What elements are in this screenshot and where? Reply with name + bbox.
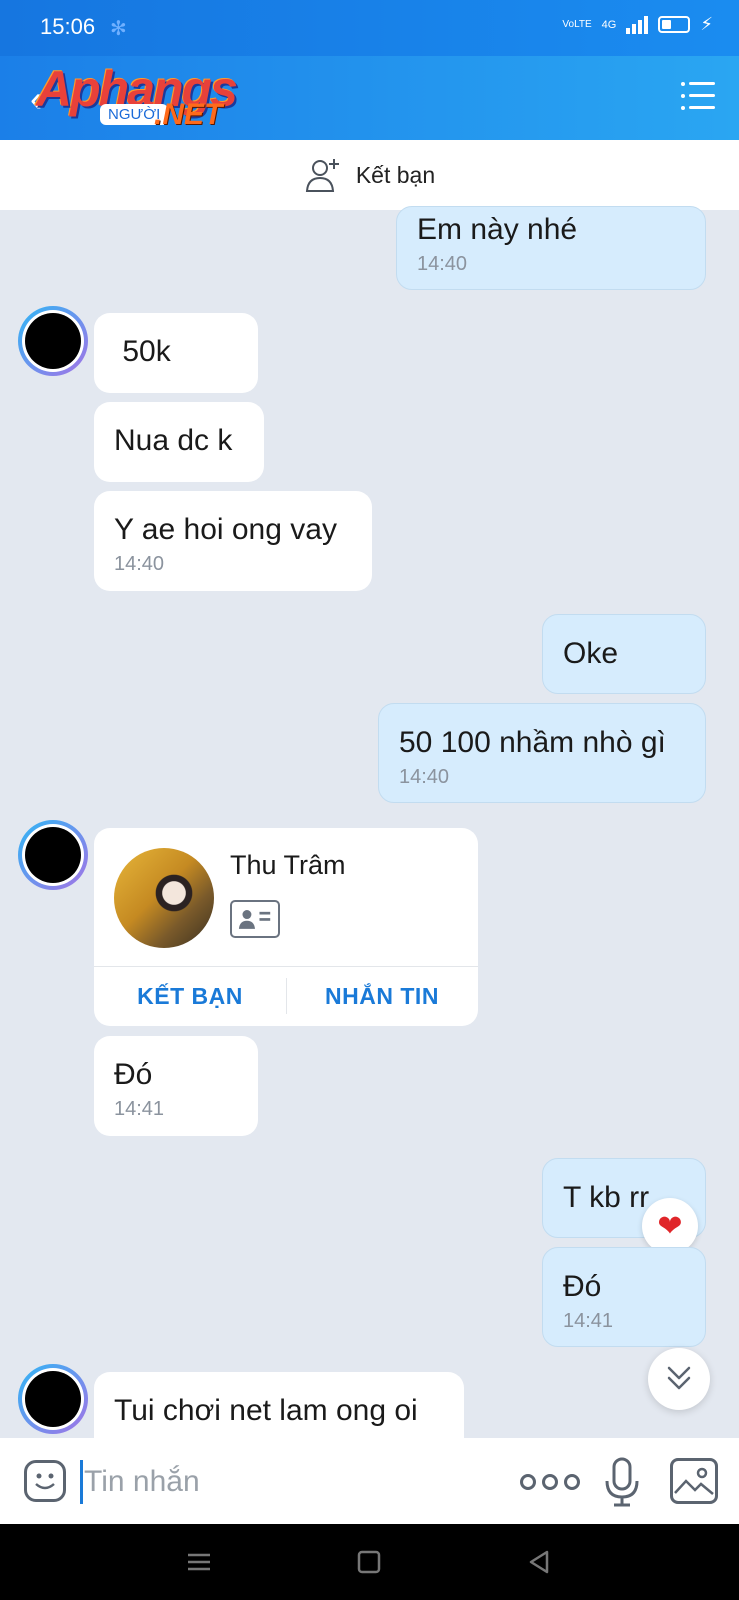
list-menu-icon[interactable] xyxy=(681,82,715,110)
message-time: 14:41 xyxy=(114,1098,165,1120)
back-icon[interactable] xyxy=(524,1548,554,1576)
watermark-logo: Aphangs NGƯỜI .NET xyxy=(36,60,266,138)
message-time: 14:40 xyxy=(417,253,468,275)
chat-header: ‹ Aphangs NGƯỜI .NET xyxy=(0,56,739,140)
status-time: 15:06 xyxy=(40,14,96,39)
message-text: Nua dc k xyxy=(114,424,233,457)
message-text: 50 100 nhầm nhò gì xyxy=(399,726,666,759)
network-type: 4G xyxy=(601,18,617,31)
signal-icon xyxy=(626,15,649,34)
message-bubble[interactable]: Nua dc k xyxy=(94,402,264,482)
scroll-to-bottom-button[interactable] xyxy=(648,1348,710,1410)
avatar[interactable] xyxy=(18,1364,88,1434)
add-user-icon xyxy=(305,159,339,192)
system-navigation-bar xyxy=(0,1524,739,1600)
status-icons: VoLTE 4G ⚡ xyxy=(562,14,713,35)
message-input-bar xyxy=(0,1438,739,1524)
text-cursor xyxy=(80,1460,83,1504)
message-bubble[interactable]: Đó 14:41 xyxy=(542,1247,706,1347)
recent-apps-icon[interactable] xyxy=(184,1548,214,1576)
contact-photo[interactable] xyxy=(114,848,214,948)
more-options-icon[interactable] xyxy=(520,1474,580,1490)
add-friend-label: Kết bạn xyxy=(355,161,436,188)
message-bubble[interactable]: 50k xyxy=(94,313,258,393)
message-bubble[interactable]: 50 100 nhầm nhò gì 14:40 xyxy=(378,703,706,803)
avatar[interactable] xyxy=(18,820,88,890)
message-time: 14:41 xyxy=(563,1310,614,1332)
charging-icon: ⚡ xyxy=(700,14,713,34)
message-text: Y ae hoi ong vay xyxy=(114,513,337,546)
volte-icon: VoLTE xyxy=(562,18,592,30)
message-text: Đó xyxy=(114,1058,153,1091)
add-friend-bar[interactable]: Kết bạn xyxy=(0,140,739,210)
contact-name: Thu Trâm xyxy=(230,850,346,880)
battery-icon xyxy=(658,16,691,33)
settings-gear-icon: ✻ xyxy=(110,18,127,40)
id-card-icon xyxy=(230,900,280,938)
home-icon[interactable] xyxy=(354,1548,384,1576)
contact-card[interactable]: Thu Trâm KẾT BẠN NHẮN TIN xyxy=(94,828,478,1026)
emoji-sticker-icon[interactable] xyxy=(24,1460,66,1502)
double-chevron-down-icon xyxy=(667,1366,691,1390)
message-text: Tui chơi net lam ong oi xyxy=(114,1394,418,1427)
message-bubble[interactable]: Đó 14:41 xyxy=(94,1036,258,1136)
heart-reaction-icon[interactable]: ❤ xyxy=(642,1198,698,1254)
message-time: 14:40 xyxy=(114,553,165,575)
avatar[interactable] xyxy=(18,306,88,376)
message-bubble[interactable]: Oke xyxy=(542,614,706,694)
add-friend-button[interactable]: KẾT BẠN xyxy=(94,966,286,1026)
message-text: Oke xyxy=(563,637,619,670)
message-text: Đó xyxy=(563,1270,602,1303)
message-time: 14:40 xyxy=(399,766,450,788)
logo-net-text: .NET xyxy=(154,98,223,131)
send-message-button[interactable]: NHẮN TIN xyxy=(286,966,478,1026)
message-input[interactable] xyxy=(84,1462,484,1502)
message-bubble[interactable]: Y ae hoi ong vay 14:40 xyxy=(94,491,372,591)
message-text: Em này nhé xyxy=(417,213,578,246)
image-gallery-icon[interactable] xyxy=(670,1458,718,1504)
microphone-icon[interactable] xyxy=(600,1456,644,1508)
message-bubble[interactable]: Tui chơi net lam ong oi xyxy=(94,1372,464,1438)
message-text: 50k xyxy=(114,335,171,368)
status-bar: 15:06 ✻ VoLTE 4G ⚡ xyxy=(0,0,739,56)
message-bubble[interactable]: Em này nhé 14:40 xyxy=(396,206,706,290)
